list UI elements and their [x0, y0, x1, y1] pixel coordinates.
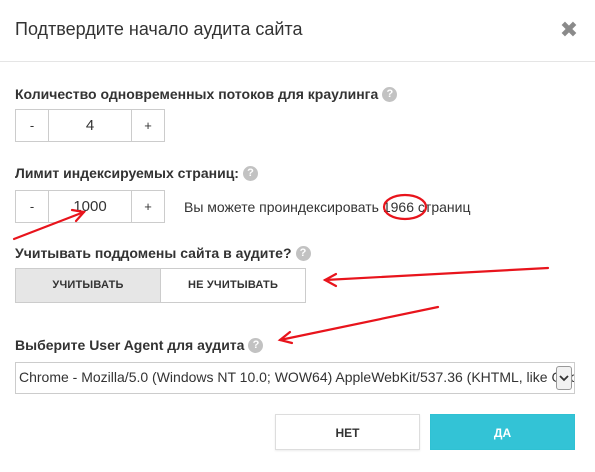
threads-input[interactable] [49, 109, 131, 142]
subdomains-label: Учитывать поддомены сайта в аудите?? [15, 245, 311, 262]
annotation-overlay [12, 193, 550, 345]
threads-label: Количество одновременных потоков для кра… [15, 86, 398, 103]
annotation-arrow-toggle [323, 266, 550, 282]
hint-suffix: страниц [414, 199, 471, 215]
help-icon[interactable]: ? [382, 86, 398, 102]
user-agent-selected-value: Chrome - Mozilla/5.0 (Windows NT 10.0; W… [19, 369, 575, 385]
annotation-arrow-select [278, 305, 440, 342]
close-icon[interactable]: ✖ [558, 16, 580, 44]
yes-button[interactable]: ДА [430, 414, 575, 450]
chevron-down-icon[interactable] [556, 366, 572, 390]
threads-increment-button[interactable]: + [131, 109, 165, 142]
hint-prefix: Вы можете проиндексировать [184, 199, 383, 215]
subdomains-exclude-button[interactable]: НЕ УЧИТЫВАТЬ [160, 268, 306, 303]
threads-decrement-button[interactable]: - [15, 109, 49, 142]
no-button[interactable]: НЕТ [275, 414, 420, 450]
pages-limit-input[interactable] [49, 190, 131, 223]
help-icon[interactable]: ? [295, 245, 311, 261]
help-icon[interactable]: ? [242, 165, 258, 181]
subdomains-include-button[interactable]: УЧИТЫВАТЬ [15, 268, 161, 303]
pages-limit-decrement-button[interactable]: - [15, 190, 49, 223]
user-agent-select[interactable]: Chrome - Mozilla/5.0 (Windows NT 10.0; W… [15, 362, 575, 394]
user-agent-label: Выберите User Agent для аудита? [15, 337, 264, 354]
help-icon[interactable]: ? [248, 337, 264, 353]
annotation-arrowhead-select [277, 330, 294, 345]
pages-limit-hint: Вы можете проиндексировать 1966 страниц [184, 199, 470, 215]
user-agent-label-text: Выберите User Agent для аудита [15, 337, 245, 353]
chevron-down-icon-svg [559, 375, 569, 382]
subdomains-label-text: Учитывать поддомены сайта в аудите? [15, 245, 292, 261]
pages-limit-label-text: Лимит индексируемых страниц: [15, 165, 239, 181]
pages-limit-label: Лимит индексируемых страниц:? [15, 165, 258, 182]
threads-label-text: Количество одновременных потоков для кра… [15, 86, 379, 102]
modal-title: Подтвердите начало аудита сайта [15, 19, 303, 39]
annotation-arrowhead-toggle [322, 272, 338, 288]
hint-count: 1966 [382, 199, 415, 215]
pages-limit-increment-button[interactable]: + [131, 190, 165, 223]
